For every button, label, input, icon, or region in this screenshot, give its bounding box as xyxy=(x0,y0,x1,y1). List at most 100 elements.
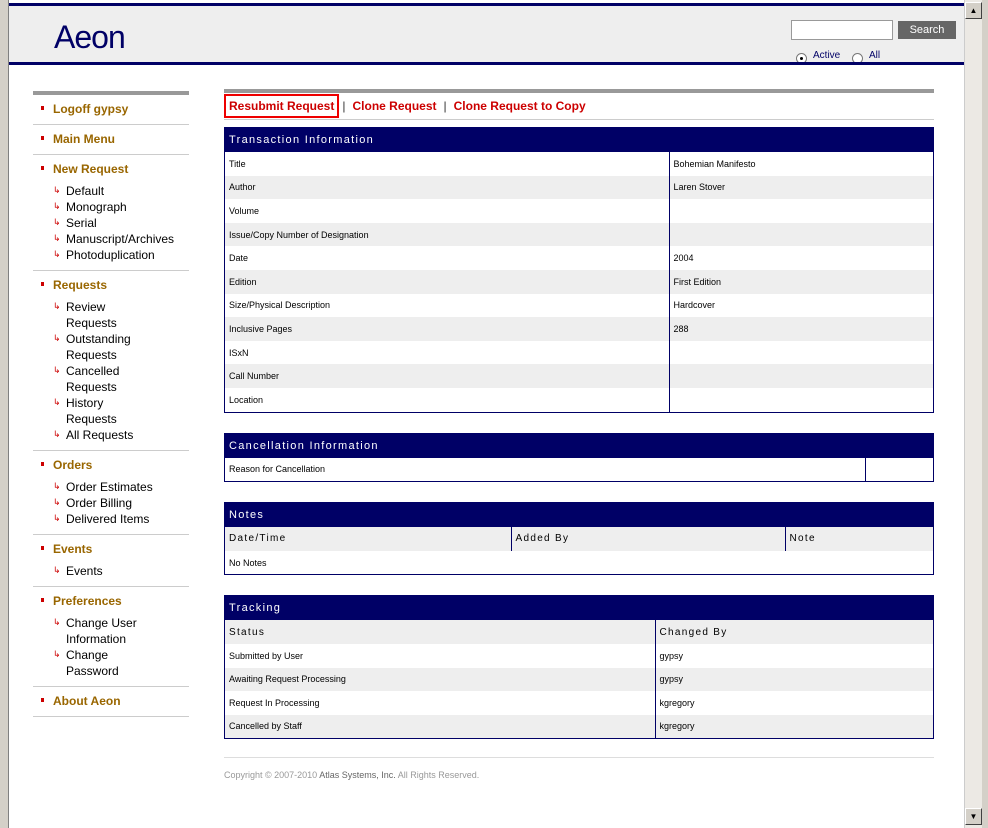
table-row: Issue/Copy Number of Designation xyxy=(225,222,933,247)
transaction-table: Title Bohemian Manifesto Author Laren Stove… xyxy=(225,152,933,412)
sidebar-link[interactable]: Manuscript/Archives xyxy=(53,230,189,247)
sidebar-link[interactable]: Order Billing xyxy=(53,494,189,511)
field-label: Volume xyxy=(225,199,670,223)
sidebar-heading[interactable]: Events xyxy=(53,541,189,557)
sidebar: Logoff gypsyMain MenuNew RequestDefaultM… xyxy=(33,91,189,717)
table-row: Submitted by User gypsy xyxy=(225,643,933,668)
field-label: Author xyxy=(225,175,670,200)
search-button[interactable]: Search xyxy=(898,21,956,39)
clone-request-link[interactable]: Clone Request xyxy=(348,99,440,113)
sidebar-link[interactable]: Change User Information xyxy=(53,614,153,647)
table-row: Request In Processing kgregory xyxy=(225,691,933,715)
scroll-down-icon[interactable]: ▼ xyxy=(965,808,982,825)
search-input[interactable] xyxy=(791,20,893,40)
action-bar: Resubmit Request | Clone Request | Clone… xyxy=(224,93,934,120)
sidebar-link[interactable]: History Requests xyxy=(53,394,153,427)
tracking-panel: Tracking Status Changed By Submitted by Us… xyxy=(224,595,934,740)
panel-title: Notes xyxy=(225,503,933,528)
sidebar-link[interactable]: Serial xyxy=(53,214,189,231)
copyright: Copyright © 2007-2010 xyxy=(224,770,320,781)
status-cell: Request In Processing xyxy=(225,691,656,715)
sidebar-section: Requests Review RequestsOutstanding Reque… xyxy=(33,271,189,451)
sidebar-link[interactable]: Events xyxy=(53,562,189,579)
field-value xyxy=(669,341,933,365)
notes-panel: Notes Date/Time Added By Note No Notes xyxy=(224,502,934,576)
sidebar-link[interactable]: Delivered Items xyxy=(53,510,189,527)
table-row: Awaiting Request Processing gypsy xyxy=(225,667,933,692)
sidebar-heading[interactable]: New Request xyxy=(53,161,189,177)
status-cell: Awaiting Request Processing xyxy=(225,667,656,692)
panel-title: Cancellation Information xyxy=(225,433,933,458)
scroll-up-icon[interactable]: ▲ xyxy=(965,2,982,19)
sidebar-section: New Request DefaultMonographSerialManuscr… xyxy=(33,155,189,271)
vertical-scrollbar[interactable]: ▲ ▼ xyxy=(964,0,982,828)
company-link[interactable]: Atlas Systems, Inc. xyxy=(319,770,396,780)
sidebar-link[interactable]: Photoduplication xyxy=(53,246,189,263)
sidebar-section: Events Events xyxy=(33,535,189,587)
resubmit-request-link[interactable]: Resubmit Request xyxy=(224,94,340,118)
sidebar-heading[interactable]: Orders xyxy=(53,457,189,473)
field-value: Hardcover xyxy=(673,300,716,311)
sidebar-link[interactable]: Order Estimates xyxy=(53,478,189,495)
header-row: Status Changed By xyxy=(225,620,933,644)
sidebar-section: Main Menu xyxy=(33,125,189,155)
sidebar-link[interactable]: Monograph xyxy=(53,198,189,215)
clone-request-to-copy-link[interactable]: Clone Request to Copy xyxy=(450,99,590,113)
sidebar-heading[interactable]: Requests xyxy=(53,277,189,293)
sidebar-link[interactable]: Review Requests xyxy=(53,298,153,331)
table-row: Title Bohemian Manifesto xyxy=(225,152,933,176)
table-row: Call Number xyxy=(225,364,933,388)
table-row: Date 2004 xyxy=(225,246,933,270)
rights: All Rights Reserved. xyxy=(395,770,480,781)
cancellation-value xyxy=(865,458,933,482)
field-value: Bohemian Manifesto xyxy=(673,158,756,169)
changed-by-cell: gypsy xyxy=(655,667,933,692)
cancellation-panel: Cancellation Information Reason for Canc… xyxy=(224,432,934,483)
header-bottom-line xyxy=(9,62,965,65)
field-label: ISxN xyxy=(225,340,670,365)
sidebar-section: Orders Order EstimatesOrder BillingDelive… xyxy=(33,451,189,535)
sidebar-link[interactable]: Default xyxy=(53,182,189,199)
table-row: Author Laren Stover xyxy=(225,175,933,200)
sidebar-heading[interactable]: Logoff gypsy xyxy=(53,101,189,117)
radio-all-label: All xyxy=(869,50,881,61)
sidebar-section: Preferences Change User InformationChange… xyxy=(33,587,189,687)
sidebar-link[interactable]: Change Password xyxy=(53,646,153,679)
table-row: Edition First Edition xyxy=(225,269,933,294)
status-cell: Submitted by User xyxy=(225,643,656,668)
field-label: Location xyxy=(225,387,670,412)
footer: Copyright © 2007-2010 Atlas Systems, Inc… xyxy=(224,757,934,780)
sidebar-link[interactable]: Outstanding Requests xyxy=(53,330,153,363)
sidebar-link[interactable]: All Requests xyxy=(53,426,153,443)
col-header: Status xyxy=(225,620,656,644)
field-label: Title xyxy=(225,152,670,176)
field-value: Laren Stover xyxy=(669,175,933,200)
field-value: 288 xyxy=(669,317,933,341)
field-label: Edition xyxy=(225,269,670,294)
col-header: Date/Time xyxy=(225,527,512,551)
tracking-table: Status Changed By Submitted by User gypsy Aw… xyxy=(225,620,933,739)
table-row: Volume xyxy=(225,199,933,223)
field-value: 2004 xyxy=(673,253,694,264)
field-label: Date xyxy=(225,246,670,270)
aeon-logo[interactable]: Aeon xyxy=(54,19,126,56)
sidebar-link[interactable]: Cancelled Requests xyxy=(53,362,153,395)
field-label: Call Number xyxy=(225,364,670,388)
field-value xyxy=(669,388,933,412)
field-value xyxy=(669,364,933,388)
sidebar-heading[interactable]: Preferences xyxy=(53,593,189,609)
field-label: Inclusive Pages xyxy=(225,317,670,341)
sidebar-section: About Aeon xyxy=(33,687,189,717)
main-content: Resubmit Request | Clone Request | Clone… xyxy=(224,89,934,780)
changed-by-cell: kgregory xyxy=(655,691,933,715)
table-row: ISxN xyxy=(225,340,933,365)
transaction-panel: Transaction Information Title Bohemian Ma… xyxy=(224,127,934,413)
col-header: Changed By xyxy=(655,620,933,644)
panel-title: Tracking xyxy=(225,596,933,621)
sidebar-heading[interactable]: About Aeon xyxy=(53,693,189,709)
sidebar-heading[interactable]: Main Menu xyxy=(53,131,189,147)
field-value xyxy=(669,199,933,223)
changed-by-cell: gypsy xyxy=(655,643,933,668)
table-row: Inclusive Pages 288 xyxy=(225,317,933,341)
sidebar-section: Logoff gypsy xyxy=(33,95,189,125)
